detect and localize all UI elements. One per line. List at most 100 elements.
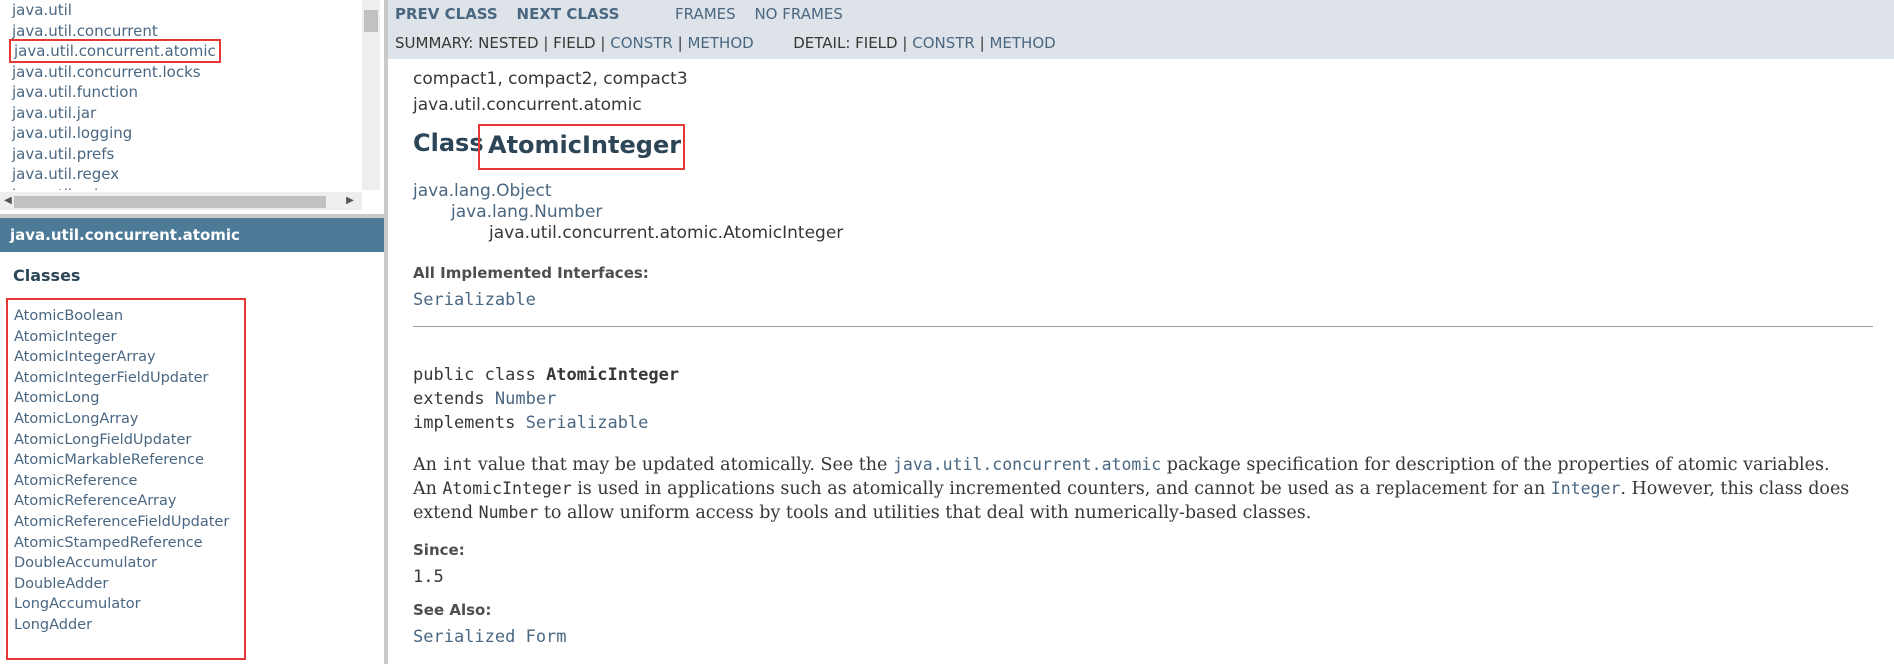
class-link[interactable]: AtomicInteger <box>14 329 117 345</box>
package-list-item[interactable]: java.util.concurrent.locks <box>0 62 362 83</box>
class-link[interactable]: LongAccumulator <box>14 596 141 612</box>
package-link[interactable]: java.util.logging <box>12 124 132 142</box>
package-list-item[interactable]: java.util.function <box>0 82 362 103</box>
package-list-item[interactable]: java.util.jar <box>0 103 362 124</box>
class-link[interactable]: LongAdder <box>14 617 92 633</box>
class-link[interactable]: DoubleAdder <box>14 576 108 592</box>
class-list-item[interactable]: AtomicReferenceArray <box>14 491 244 512</box>
decl-serializable-link[interactable]: Serializable <box>526 413 649 433</box>
package-link[interactable]: java.util.prefs <box>12 145 114 163</box>
class-list-item[interactable]: LongAccumulator <box>14 594 244 615</box>
summary-method-link[interactable]: Method <box>687 34 753 52</box>
detail-label: Detail: <box>793 34 851 52</box>
next-class-link[interactable]: Next Class <box>517 5 620 23</box>
desc-package-link[interactable]: java.util.concurrent.atomic <box>893 455 1161 475</box>
class-list-item[interactable]: AtomicStampedReference <box>14 533 244 554</box>
no-frames-link[interactable]: No Frames <box>754 5 842 23</box>
class-list-item[interactable]: AtomicLong <box>14 388 244 409</box>
inheritance-number-link[interactable]: java.lang.Number <box>451 202 602 222</box>
class-link[interactable]: AtomicReferenceFieldUpdater <box>14 514 229 530</box>
class-link[interactable]: AtomicMarkableReference <box>14 452 204 468</box>
implemented-interfaces-label: All Implemented Interfaces: <box>413 264 649 282</box>
package-header[interactable]: java.util.concurrent.atomic <box>0 218 384 252</box>
decl-number-link[interactable]: Number <box>495 389 556 409</box>
page-title: Class AtomicInteger <box>413 124 1873 170</box>
class-list-item[interactable]: DoubleAccumulator <box>14 553 244 574</box>
class-link[interactable]: AtomicBoolean <box>14 308 123 324</box>
class-link[interactable]: AtomicReference <box>14 473 137 489</box>
packages-horizontal-scrollbar[interactable]: ◀ ▶ <box>0 192 362 210</box>
class-list-item[interactable]: AtomicReference <box>14 471 244 492</box>
class-link[interactable]: AtomicStampedReference <box>14 535 203 551</box>
decl-extends: extends <box>413 389 495 409</box>
package-link[interactable]: java.util.jar <box>12 104 96 122</box>
class-list-item[interactable]: AtomicIntegerFieldUpdater <box>14 368 244 389</box>
class-list-item[interactable]: DoubleAdder <box>14 574 244 595</box>
serializable-interface-link[interactable]: Serializable <box>413 290 536 310</box>
class-link[interactable]: AtomicLong <box>14 390 99 406</box>
class-link[interactable]: AtomicIntegerFieldUpdater <box>14 370 208 386</box>
prev-class-link[interactable]: Prev Class <box>395 5 498 23</box>
package-list-item[interactable]: java.util.regex <box>0 164 362 185</box>
package-list-item[interactable]: java.util.concurrent.atomic <box>0 39 362 63</box>
class-list-item[interactable]: AtomicReferenceFieldUpdater <box>14 512 244 533</box>
top-navigation-bar: Prev Class Next Class Frames No Frames S… <box>388 0 1894 59</box>
separator: | <box>543 34 549 52</box>
package-link[interactable]: java.util.concurrent <box>12 22 158 40</box>
desc-text: An <box>413 479 443 499</box>
inheritance-tree: java.lang.Object java.lang.Number java.u… <box>413 181 1873 244</box>
title-prefix: Class <box>413 129 484 157</box>
package-link[interactable]: java.util.spi <box>12 186 98 191</box>
class-list-item[interactable]: AtomicIntegerArray <box>14 347 244 368</box>
package-list-item[interactable]: java.util.spi <box>0 185 362 191</box>
inheritance-current: java.util.concurrent.atomic.AtomicIntege… <box>489 223 844 243</box>
summary-field: Field <box>553 34 596 52</box>
class-title-name: AtomicInteger <box>488 131 682 159</box>
desc-integer-link[interactable]: Integer <box>1551 479 1621 499</box>
nav-row-secondary: Summary: Nested | Field | Constr | Metho… <box>395 32 1056 54</box>
scrollbar-thumb[interactable] <box>364 10 378 32</box>
package-list: java.util java.util.concurrent java.util.c… <box>0 0 362 190</box>
scrollbar-thumb[interactable] <box>14 196 326 208</box>
separator: | <box>600 34 606 52</box>
serialized-form-link[interactable]: Serialized Form <box>413 627 567 647</box>
summary-constr-link[interactable]: Constr <box>610 34 673 52</box>
class-content: compact1, compact2, compact3 java.util.c… <box>413 59 1873 647</box>
inheritance-object-link[interactable]: java.lang.Object <box>413 181 552 201</box>
class-link[interactable]: DoubleAccumulator <box>14 555 157 571</box>
package-list-item[interactable]: java.util.concurrent <box>0 21 362 42</box>
package-link[interactable]: java.util <box>12 1 72 19</box>
package-list-item[interactable]: java.util.logging <box>0 123 362 144</box>
class-list-item[interactable]: AtomicInteger <box>14 327 244 348</box>
class-list-item[interactable]: AtomicBoolean <box>14 306 244 327</box>
detail-field: Field <box>855 34 898 52</box>
class-link[interactable]: AtomicReferenceArray <box>14 493 176 509</box>
classes-heading: Classes <box>13 266 81 285</box>
frames-link[interactable]: Frames <box>675 5 736 23</box>
desc-text: package specification for description of… <box>1161 455 1830 475</box>
scroll-right-arrow-icon[interactable]: ▶ <box>344 194 356 208</box>
package-link[interactable]: java.util.concurrent.locks <box>12 63 201 81</box>
class-link[interactable]: AtomicLongArray <box>14 411 139 427</box>
detail-constr-link[interactable]: Constr <box>912 34 975 52</box>
package-link[interactable]: java.util.function <box>12 83 138 101</box>
detail-method-link[interactable]: Method <box>989 34 1055 52</box>
package-list-item[interactable]: java.util.prefs <box>0 144 362 165</box>
class-list-item[interactable]: LongAdder <box>14 615 244 636</box>
decl-class-name: AtomicInteger <box>546 365 680 385</box>
class-list-item[interactable]: AtomicLongFieldUpdater <box>14 430 244 451</box>
package-link[interactable]: java.util.regex <box>12 165 119 183</box>
desc-text: to allow uniform access by tools and uti… <box>538 503 1312 523</box>
package-header-label[interactable]: java.util.concurrent.atomic <box>10 226 240 244</box>
class-list-item[interactable]: AtomicLongArray <box>14 409 244 430</box>
class-list-item[interactable]: AtomicMarkableReference <box>14 450 244 471</box>
packages-vertical-scrollbar[interactable] <box>362 0 380 190</box>
package-list-item[interactable]: java.util <box>0 0 362 21</box>
scroll-left-arrow-icon[interactable]: ◀ <box>2 194 14 208</box>
package-link[interactable]: java.util.concurrent.atomic <box>9 39 221 63</box>
decl-implements: implements <box>413 413 526 433</box>
class-link[interactable]: AtomicIntegerArray <box>14 349 156 365</box>
package-name: java.util.concurrent.atomic <box>413 95 642 115</box>
class-link[interactable]: AtomicLongFieldUpdater <box>14 432 191 448</box>
desc-text: extend <box>413 503 479 523</box>
